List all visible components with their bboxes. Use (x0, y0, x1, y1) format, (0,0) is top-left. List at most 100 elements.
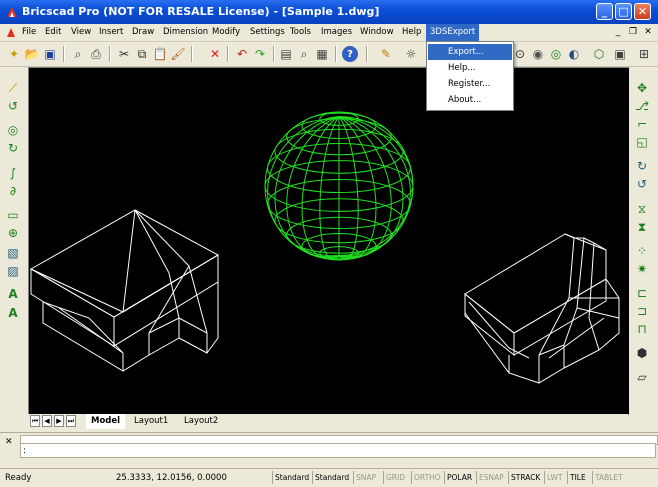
mdi-close-button[interactable]: ✕ (642, 27, 654, 38)
status-bar: Ready 25.3333, 12.0156, 0.0000 Standard … (0, 468, 658, 487)
menu-tools[interactable]: Tools (290, 27, 311, 37)
maximize-button[interactable]: □ (615, 3, 632, 20)
menu-draw[interactable]: Draw (132, 27, 154, 37)
menu-dimension[interactable]: Dimension (163, 27, 208, 37)
section-icon[interactable]: ▱ (634, 369, 650, 385)
drawing-canvas[interactable] (28, 67, 630, 415)
first-tab-button[interactable]: ⏮ (30, 415, 40, 427)
mtext-icon[interactable]: A (5, 305, 21, 321)
save-icon[interactable]: ▣ (42, 46, 58, 62)
menu-settings[interactable]: Settings (250, 27, 285, 37)
menu-file[interactable]: File (22, 27, 36, 37)
tablet-toggle[interactable]: TABLET (592, 471, 625, 484)
cut-icon[interactable]: ✂ (116, 46, 132, 62)
close-button[interactable]: ✕ (634, 3, 651, 20)
text-style-button[interactable]: Standard (272, 471, 311, 484)
viewport-icon[interactable]: ▣ (612, 46, 628, 62)
render-icon[interactable]: ◉ (530, 46, 546, 62)
menu-item-export[interactable]: Export... (428, 44, 512, 60)
explode-icon[interactable]: ✷ (634, 261, 650, 277)
copy-icon[interactable]: ⧉ (134, 46, 150, 62)
move-icon[interactable]: ✥ (634, 80, 650, 96)
last-tab-button[interactable]: ⏭ (66, 415, 76, 427)
help-icon[interactable]: ? (342, 46, 358, 62)
menu-item-about[interactable]: About... (428, 92, 512, 108)
menu-images[interactable]: Images (321, 27, 352, 37)
layout-icon[interactable]: ⊞ (636, 46, 652, 62)
menu-edit[interactable]: Edit (45, 27, 61, 37)
delete-icon[interactable]: ✕ (207, 46, 223, 62)
menu-help[interactable]: Help (402, 27, 421, 37)
spline-icon[interactable]: ∫ (5, 165, 21, 181)
menu-item-help[interactable]: Help... (428, 60, 512, 76)
explorer-icon[interactable]: ⌕ (296, 46, 312, 62)
region-icon[interactable]: ▨ (5, 263, 21, 279)
mirror-icon[interactable]: ⧖ (634, 201, 650, 217)
tab-layout1[interactable]: Layout1 (129, 414, 173, 429)
3d-box-icon[interactable]: ⬡ (591, 46, 607, 62)
fillet-icon[interactable]: ⊓ (634, 321, 650, 337)
line-icon[interactable]: ⟋ (5, 80, 21, 96)
properties-icon[interactable]: ▤ (278, 46, 294, 62)
print-preview-icon[interactable]: ⌕ (70, 46, 86, 62)
dropdown-arrow-icon[interactable]: ⊙ (512, 46, 528, 62)
match-properties-icon[interactable]: 🖌 (170, 46, 186, 62)
lwt-toggle[interactable]: LWT (544, 471, 565, 484)
strack-toggle[interactable]: STRACK (508, 471, 542, 484)
mdi-restore-button[interactable]: ❐ (627, 27, 639, 38)
extend-icon[interactable]: ⊐ (634, 303, 650, 319)
mirror-3d-icon[interactable]: ⧗ (634, 219, 650, 235)
pencil-icon[interactable]: ✎ (378, 46, 394, 62)
visual-style-icon[interactable]: ◐ (566, 46, 582, 62)
tile-toggle[interactable]: TILE (567, 471, 588, 484)
polyline-icon[interactable]: ↺ (5, 98, 21, 114)
open-icon[interactable]: 📂 (24, 46, 40, 62)
copy-objects-icon[interactable]: ⎇ (634, 98, 650, 114)
arc-icon[interactable]: ↻ (5, 140, 21, 156)
trim-icon[interactable]: ⊏ (634, 285, 650, 301)
ortho-toggle[interactable]: ORTHO (411, 471, 443, 484)
toolbar-separator (366, 46, 368, 62)
dim-style-button[interactable]: Standard (312, 471, 351, 484)
rectangle-icon[interactable]: ▭ (5, 207, 21, 223)
menu-modify[interactable]: Modify (212, 27, 240, 37)
command-bar-close-button[interactable]: ✕ (5, 437, 13, 447)
polar-toggle[interactable]: POLAR (444, 471, 474, 484)
ellipse-icon[interactable]: ∂ (5, 183, 21, 199)
esnap-toggle[interactable]: ESNAP (476, 471, 506, 484)
next-tab-button[interactable]: ▶ (54, 415, 64, 427)
previous-tab-button[interactable]: ◀ (42, 415, 52, 427)
array-icon[interactable]: ⁘ (634, 243, 650, 259)
menu-window[interactable]: Window (360, 27, 394, 37)
title-bar: Bricscad Pro (NOT FOR RESALE License) - … (0, 0, 658, 24)
snap-toggle[interactable]: SNAP (353, 471, 378, 484)
circle-icon[interactable]: ◎ (5, 122, 21, 138)
command-input[interactable]: : (20, 443, 656, 458)
menu-insert[interactable]: Insert (99, 27, 123, 37)
text-icon[interactable]: A (5, 286, 21, 302)
undo-icon[interactable]: ↶ (234, 46, 250, 62)
rotate-3d-icon[interactable]: ↺ (634, 176, 650, 192)
scale-icon[interactable]: ◱ (634, 134, 650, 150)
new-icon[interactable]: ✦ (6, 46, 22, 62)
grid-toggle[interactable]: GRID (383, 471, 407, 484)
document-icon[interactable] (5, 26, 17, 38)
point-icon[interactable]: ⊕ (5, 225, 21, 241)
hatch-icon[interactable]: ▧ (5, 245, 21, 261)
design-center-icon[interactable]: ▦ (314, 46, 330, 62)
tab-model[interactable]: Model (86, 414, 126, 429)
lightbulb-icon[interactable]: ☼ (403, 46, 419, 62)
view-eye-icon[interactable]: ◎ (548, 46, 564, 62)
tab-layout2[interactable]: Layout2 (179, 414, 223, 429)
rotate-icon[interactable]: ↻ (634, 158, 650, 174)
redo-icon[interactable]: ↷ (252, 46, 268, 62)
offset-icon[interactable]: ⌐ (634, 116, 650, 132)
print-icon[interactable]: ⎙ (88, 46, 104, 62)
menu-3dsexport[interactable]: 3DSExport (426, 24, 480, 41)
3d-solid-icon[interactable]: ⬢ (634, 345, 650, 361)
paste-icon[interactable]: 📋 (152, 46, 168, 62)
minimize-button[interactable]: _ (596, 3, 613, 20)
menu-item-register[interactable]: Register... (428, 76, 512, 92)
mdi-minimize-button[interactable]: _ (612, 27, 624, 38)
menu-view[interactable]: View (71, 27, 91, 37)
